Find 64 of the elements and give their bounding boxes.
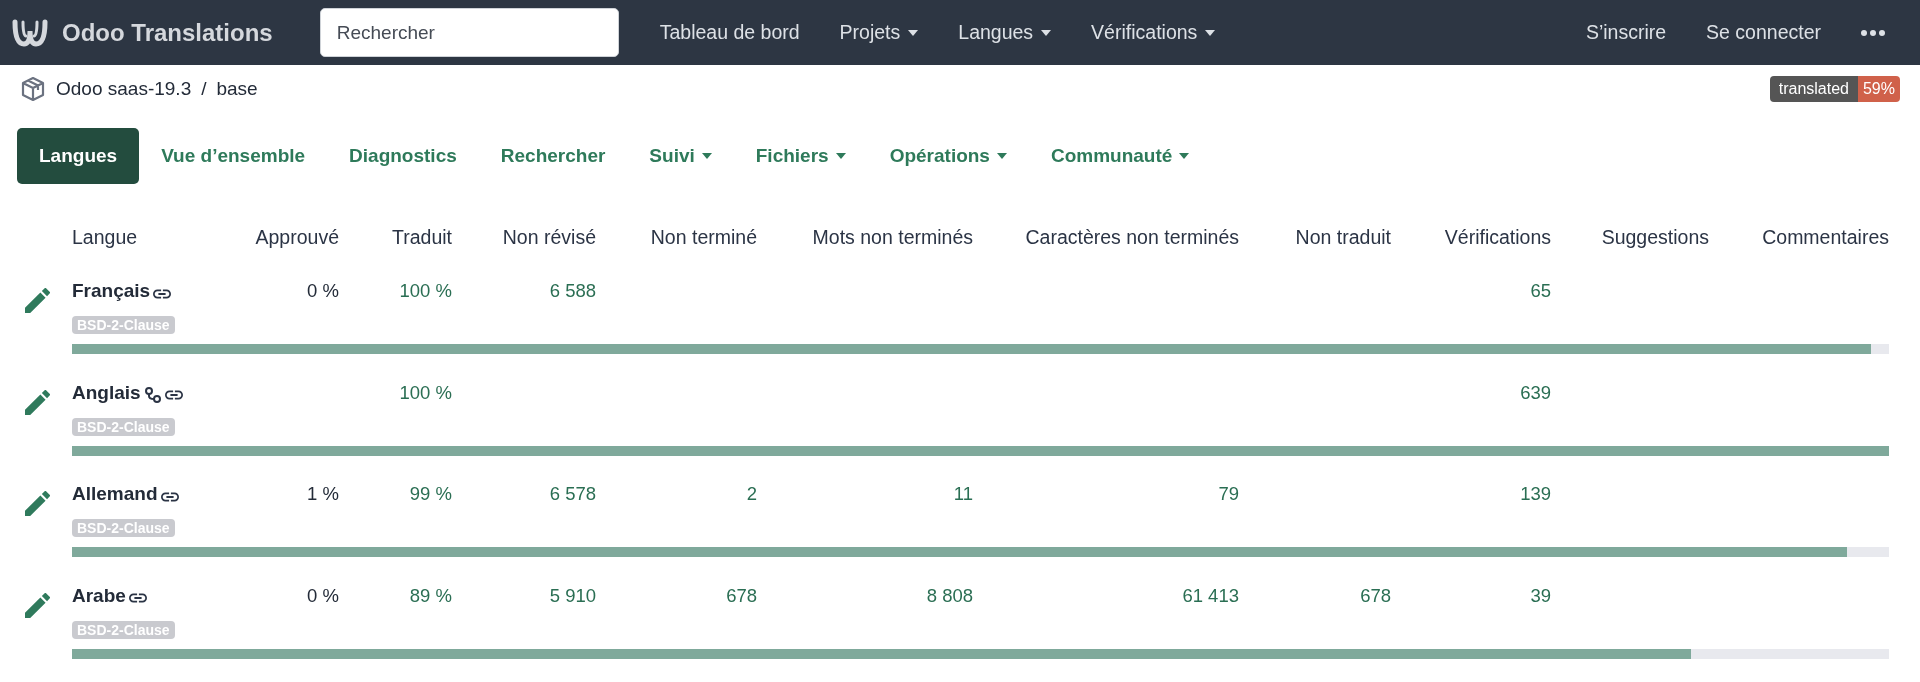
table-cell: 0 % (307, 584, 339, 607)
tab[interactable]: Langues (17, 128, 140, 184)
column-header: Traduit (392, 225, 452, 249)
stat-link[interactable]: 65 (1530, 280, 1551, 302)
column-header: Vérifications (1444, 225, 1551, 249)
box-icon (20, 76, 46, 102)
column-header: Approuvé (255, 225, 339, 249)
account-link[interactable]: Se connecter (1686, 21, 1841, 44)
nav-link[interactable]: Vérifications (1071, 21, 1236, 44)
logo-icon[interactable] (12, 17, 48, 48)
nav-link[interactable]: Projets (819, 21, 939, 44)
stat-link[interactable]: 6 588 (549, 280, 596, 302)
tab[interactable]: Vue d’ensemble (139, 128, 328, 184)
breadcrumb-link[interactable]: Odoo saas-19.3 (56, 78, 192, 100)
account-link[interactable]: S’inscrire (1565, 21, 1687, 44)
pencil-icon[interactable] (25, 592, 50, 618)
badge-label: translated (1769, 76, 1858, 102)
search-field[interactable]: Rechercher (319, 8, 619, 57)
stat-link[interactable]: 61 413 (1182, 584, 1239, 607)
table-cell: 0 % (307, 280, 339, 302)
column-header: Suggestions (1601, 225, 1709, 249)
pencil-icon[interactable] (25, 288, 50, 313)
column-header: Non révisé (502, 225, 596, 249)
language-link[interactable]: Français (72, 280, 151, 302)
badge-value: 59% (1857, 76, 1900, 102)
pencil-icon[interactable] (25, 491, 50, 517)
stat-link[interactable]: 8 808 (926, 584, 973, 607)
column-header: Mots non terminés (812, 225, 973, 249)
language-link[interactable]: Arabe (72, 584, 126, 607)
column-header: Caractères non terminés (1025, 225, 1239, 249)
stat-link[interactable]: 89 % (409, 584, 452, 607)
tab[interactable]: Fichiers (733, 128, 868, 184)
breadcrumb-link[interactable]: base (216, 78, 258, 100)
language-link[interactable]: Allemand (72, 483, 158, 506)
tab[interactable]: Opérations (867, 128, 1029, 184)
stat-link[interactable]: 5 910 (549, 584, 596, 607)
breadcrumb-separator: / (201, 78, 207, 100)
stat-link[interactable]: 39 (1530, 584, 1551, 607)
tab[interactable]: Rechercher (478, 128, 628, 184)
tab[interactable]: Suivi (627, 128, 734, 184)
tab[interactable]: Communauté (1028, 128, 1212, 184)
stat-link[interactable]: 99 % (409, 483, 452, 506)
nav-link[interactable]: Tableau de bord (639, 21, 820, 44)
stat-link[interactable]: 6 578 (549, 483, 596, 506)
stat-link[interactable]: 678 (726, 584, 757, 607)
stat-link[interactable]: 100 % (399, 381, 452, 404)
more-icon[interactable] (1861, 29, 1885, 36)
column-header: Non traduit (1295, 225, 1391, 249)
column-header: Langue (72, 225, 138, 249)
stat-link[interactable]: 11 (953, 483, 973, 506)
stat-link[interactable]: 2 (746, 483, 757, 506)
stat-link[interactable]: 678 (1360, 584, 1391, 607)
nav-link[interactable]: Langues (938, 21, 1072, 44)
stat-link[interactable]: 139 (1520, 483, 1551, 506)
pencil-icon[interactable] (25, 389, 50, 415)
stat-link[interactable]: 639 (1520, 381, 1551, 404)
stat-link[interactable]: 100 % (399, 280, 452, 302)
brand-link[interactable]: Odoo Translations (62, 18, 273, 47)
language-link[interactable]: Anglais (72, 381, 141, 404)
table-cell: 1 % (307, 483, 339, 506)
column-header: Commentaires (1762, 225, 1889, 249)
stat-link[interactable]: 79 (1218, 483, 1239, 506)
column-header: Non terminé (650, 225, 757, 249)
tab[interactable]: Diagnostics (327, 128, 479, 184)
